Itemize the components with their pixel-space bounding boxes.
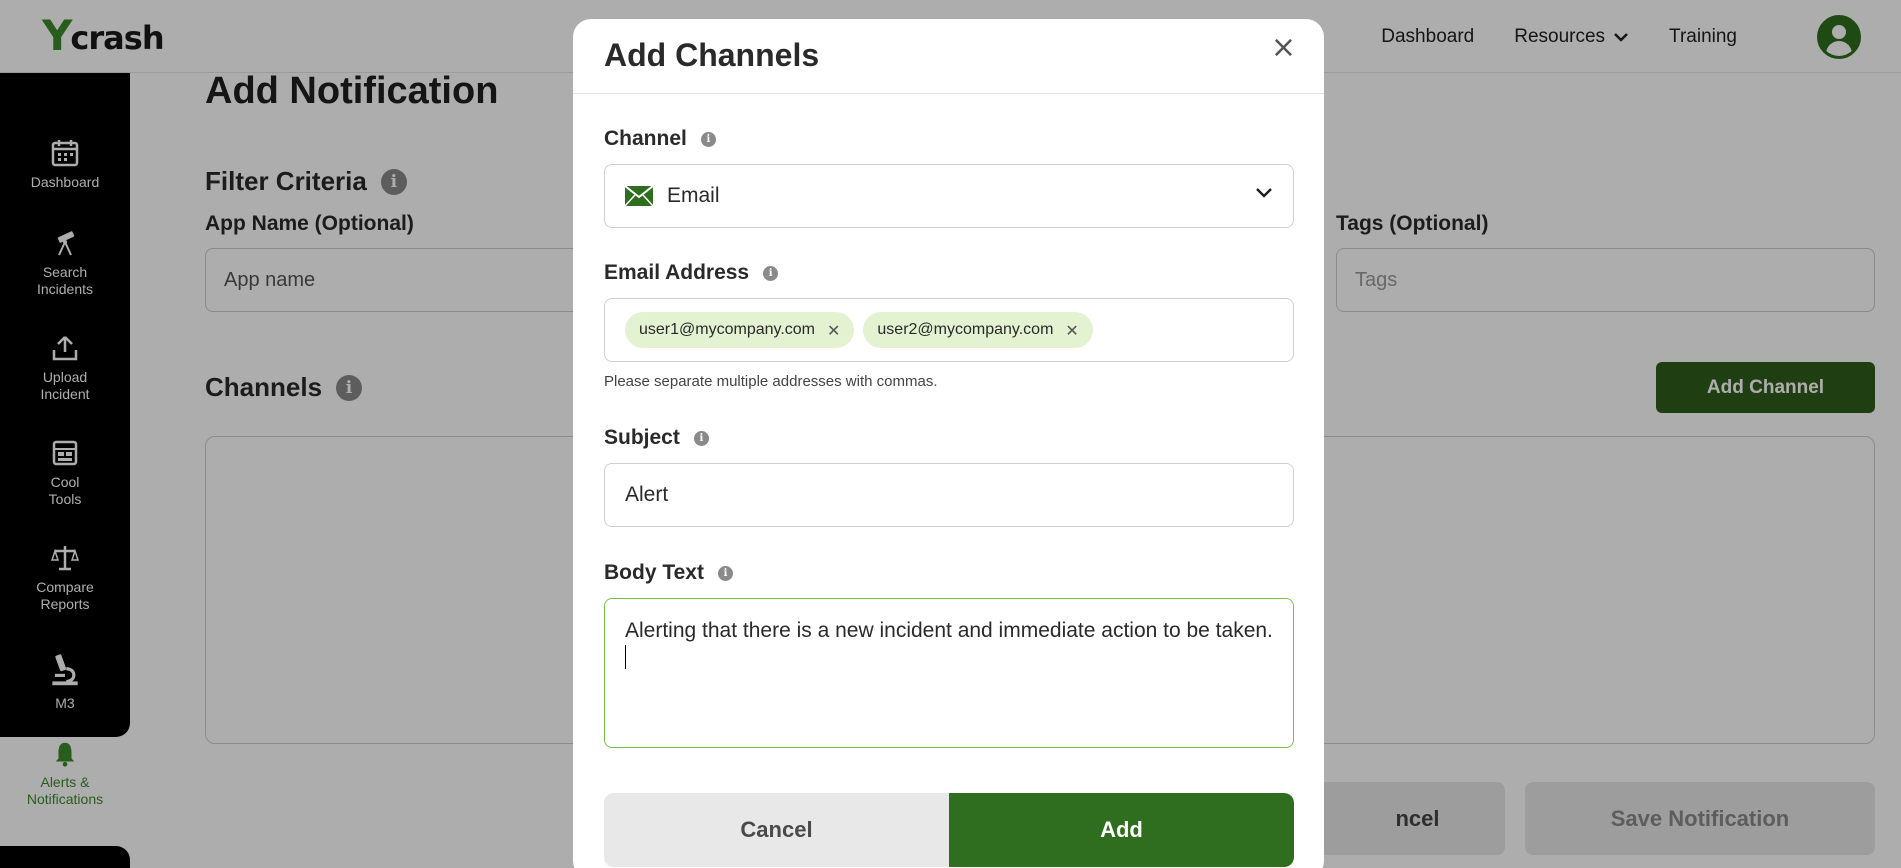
email-address-label-text: Email Address — [604, 261, 750, 284]
subject-label: Subject i — [604, 426, 709, 450]
modal-add-button[interactable]: Add — [949, 793, 1294, 867]
email-address-label: Email Address i — [604, 261, 779, 285]
email-chip: user2@mycompany.com ✕ — [863, 312, 1093, 348]
body-text-label-text: Body Text — [604, 561, 704, 584]
info-icon[interactable]: i — [763, 265, 779, 281]
email-address-field[interactable]: user1@mycompany.com ✕ user2@mycompany.co… — [604, 298, 1294, 362]
channel-select[interactable]: Email — [604, 164, 1294, 228]
info-icon[interactable]: i — [717, 565, 733, 581]
body-text-label: Body Text i — [604, 561, 733, 585]
email-chip: user1@mycompany.com ✕ — [625, 312, 855, 348]
chevron-down-icon — [1256, 188, 1272, 198]
add-channels-modal: Add Channels × Channel i Email Email Add… — [573, 19, 1324, 868]
channel-label: Channel i — [604, 127, 716, 151]
body-textarea[interactable]: Alerting that there is a new incident an… — [604, 598, 1294, 748]
channel-select-value: Email — [667, 184, 720, 207]
email-chip-text: user1@mycompany.com — [639, 321, 815, 338]
channel-label-text: Channel — [604, 127, 687, 150]
modal-header: Add Channels × — [573, 19, 1324, 94]
subject-label-text: Subject — [604, 426, 680, 449]
body-textarea-value: Alerting that there is a new incident an… — [625, 619, 1273, 642]
remove-chip-icon[interactable]: ✕ — [827, 321, 840, 340]
subject-input[interactable]: Alert — [604, 463, 1294, 527]
modal-title: Add Channels — [604, 37, 820, 73]
remove-chip-icon[interactable]: ✕ — [1065, 321, 1078, 340]
text-caret — [625, 645, 626, 669]
info-icon[interactable]: i — [700, 131, 716, 147]
email-chip-text: user2@mycompany.com — [877, 321, 1054, 338]
modal-cancel-button[interactable]: Cancel — [604, 793, 949, 867]
email-icon — [625, 186, 653, 206]
email-hint: Please separate multiple addresses with … — [604, 373, 938, 390]
close-icon[interactable]: × — [1271, 33, 1296, 63]
info-icon[interactable]: i — [693, 430, 709, 446]
